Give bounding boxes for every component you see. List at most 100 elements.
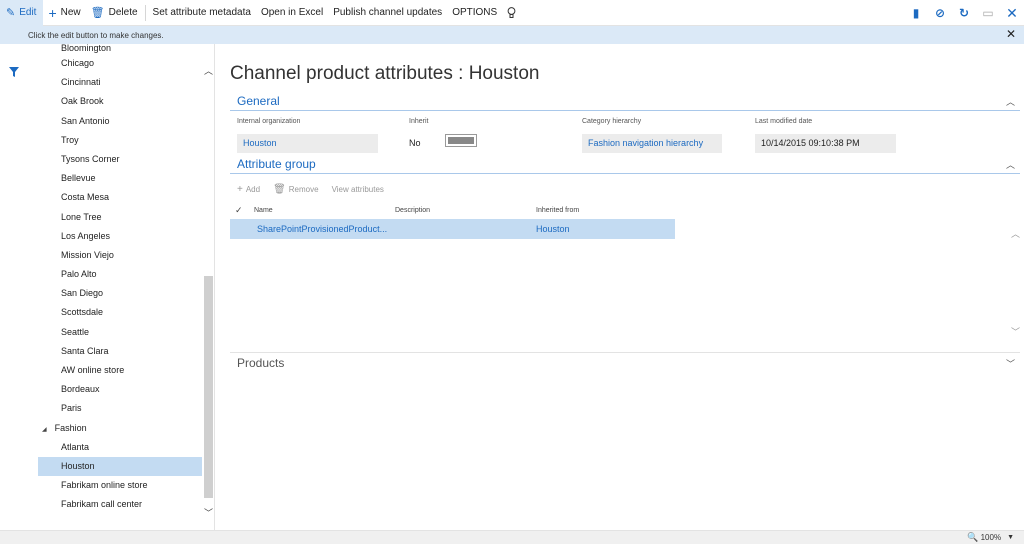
list-scrollbar[interactable]: ︿ ﹀: [202, 44, 214, 530]
chevron-up-icon[interactable]: ︿: [1006, 95, 1015, 108]
pencil-icon: ✎: [6, 7, 16, 19]
list-item[interactable]: Seattle: [38, 323, 203, 342]
delete-button[interactable]: 🗑 Delete: [86, 0, 143, 26]
filter-icon[interactable]: [9, 67, 19, 77]
chevron-down-icon[interactable]: ▼: [1007, 534, 1014, 541]
channel-list: Bloomington Chicago Cincinnati Oak Brook Sa…: [38, 44, 203, 515]
options-tab[interactable]: OPTIONS: [447, 0, 502, 26]
list-item[interactable]: Fabrikam call center: [38, 495, 203, 514]
attribute-group-header-label: Attribute group: [237, 157, 316, 171]
table-row[interactable]: SharePointProvisionedProduct... Houston: [230, 219, 675, 239]
scrollbar-thumb[interactable]: [204, 276, 213, 498]
office-icon[interactable]: ▮: [904, 6, 928, 20]
inherit-field: Inherit No: [409, 118, 499, 153]
field-label: Inherit: [409, 118, 429, 125]
column-header-inherited-from[interactable]: Inherited from: [536, 207, 579, 214]
grid-header: ✓ Name Description Inherited from: [230, 205, 675, 219]
grid-scroll-up-icon[interactable]: ︿: [1011, 227, 1020, 240]
status-bar: 🔍 100% ▼: [0, 530, 1024, 544]
list-item[interactable]: San Diego: [38, 284, 203, 303]
message-bar: Click the edit button to make changes. ✕: [0, 26, 1024, 44]
action-pane: ✎ Edit + New 🗑 Delete Set attribute meta…: [0, 0, 1024, 26]
new-label: New: [60, 7, 81, 18]
list-item[interactable]: AW online store: [38, 361, 203, 380]
chevron-down-icon[interactable]: ﹀: [1006, 357, 1015, 370]
internal-organization-value[interactable]: Houston: [237, 134, 378, 153]
list-item[interactable]: Costa Mesa: [38, 188, 203, 207]
paperclip-icon[interactable]: ⊘: [928, 6, 952, 20]
list-item[interactable]: Scottsdale: [38, 303, 203, 322]
category-hierarchy-field: Category hierarchy Fashion navigation hi…: [582, 118, 722, 153]
group-label: Fashion: [54, 422, 87, 433]
list-item[interactable]: Atlanta: [38, 438, 203, 457]
message-close-icon[interactable]: ✕: [1006, 27, 1016, 41]
list-item[interactable]: Mission Viejo: [38, 246, 203, 265]
open-in-excel-button[interactable]: Open in Excel: [256, 0, 328, 26]
field-label: Internal organization: [237, 118, 301, 125]
restore-window-icon[interactable]: ▭: [976, 6, 1000, 20]
cell-inherited-from[interactable]: Houston: [536, 224, 570, 234]
column-header-description[interactable]: Description: [395, 207, 430, 214]
list-item[interactable]: Tysons Corner: [38, 150, 203, 169]
list-item[interactable]: Oak Brook: [38, 92, 203, 111]
list-item[interactable]: San Antonio: [38, 112, 203, 131]
toolbar-divider: [144, 4, 146, 21]
channel-list-pane: Bloomington Chicago Cincinnati Oak Brook Sa…: [0, 44, 215, 530]
delete-label: Delete: [108, 7, 138, 18]
list-item[interactable]: Los Angeles: [38, 227, 203, 246]
lightbulb-icon[interactable]: [502, 0, 521, 26]
remove-label: Remove: [288, 184, 319, 194]
category-hierarchy-value[interactable]: Fashion navigation hierarchy: [582, 134, 722, 153]
refresh-icon[interactable]: ↻: [952, 6, 976, 20]
list-item[interactable]: Santa Clara: [38, 342, 203, 361]
zoom-level: 100%: [980, 533, 1002, 542]
edit-label: Edit: [19, 7, 37, 18]
list-item[interactable]: Lone Tree: [38, 208, 203, 227]
remove-button[interactable]: 🗑 Remove: [273, 184, 319, 195]
cell-name[interactable]: SharePointProvisionedProduct...: [257, 224, 387, 234]
list-group-fashion[interactable]: ◢ Fashion: [38, 419, 203, 438]
chevron-up-icon[interactable]: ︿: [1006, 158, 1015, 171]
list-item-selected[interactable]: Houston: [38, 456, 203, 477]
close-icon[interactable]: ✕: [1000, 5, 1024, 22]
field-label: Category hierarchy: [582, 118, 642, 125]
collapse-triangle-icon[interactable]: ◢: [42, 427, 47, 433]
grid-scroll-down-icon[interactable]: ﹀: [1011, 325, 1020, 338]
add-label: Add: [245, 184, 261, 194]
list-item[interactable]: Fabrikam online store: [38, 476, 203, 495]
list-item[interactable]: Bellevue: [38, 169, 203, 188]
list-item[interactable]: Paris: [38, 399, 203, 418]
list-item[interactable]: Cincinnati: [38, 73, 203, 92]
set-attribute-metadata-button[interactable]: Set attribute metadata: [148, 0, 256, 26]
list-item[interactable]: Bloomington: [38, 44, 203, 54]
view-attributes-button[interactable]: View attributes: [332, 185, 384, 194]
list-item[interactable]: Troy: [38, 131, 203, 150]
field-label: Last modified date: [755, 118, 813, 125]
list-item[interactable]: Palo Alto: [38, 265, 203, 284]
plus-icon: +: [48, 4, 57, 21]
trash-icon: 🗑: [90, 7, 105, 19]
list-item[interactable]: Chicago: [38, 54, 203, 73]
zoom-control[interactable]: 🔍 100% ▼: [967, 532, 1014, 543]
attribute-group-section-header[interactable]: Attribute group ︿: [230, 156, 1020, 174]
window-controls: ▮ ⊘ ↻ ▭ ✕: [904, 0, 1024, 26]
products-section-header[interactable]: Products ﹀: [230, 352, 1020, 372]
column-header-name[interactable]: Name: [254, 207, 273, 214]
message-text: Click the edit button to make changes.: [28, 30, 164, 40]
plus-icon: +: [237, 183, 243, 195]
page-title: Channel product attributes : Houston: [230, 63, 540, 84]
checkmark-icon[interactable]: ✓: [235, 205, 243, 216]
internal-organization-field: Internal organization Houston: [237, 118, 378, 153]
scroll-down-icon[interactable]: ﹀: [202, 506, 214, 519]
inherit-toggle[interactable]: [445, 134, 477, 147]
list-item[interactable]: Bordeaux: [38, 380, 203, 399]
edit-button[interactable]: ✎ Edit: [0, 0, 44, 26]
magnifier-icon: 🔍: [967, 532, 979, 542]
publish-channel-updates-button[interactable]: Publish channel updates: [328, 0, 447, 26]
add-button[interactable]: + Add: [237, 184, 260, 195]
scroll-up-icon[interactable]: ︿: [202, 64, 214, 77]
attribute-group-toolbar: + Add 🗑 Remove View attributes: [237, 182, 397, 196]
general-section-header[interactable]: General ︿: [230, 93, 1020, 111]
new-button[interactable]: + New: [43, 0, 85, 26]
pane-splitter[interactable]: ···: [214, 294, 215, 303]
